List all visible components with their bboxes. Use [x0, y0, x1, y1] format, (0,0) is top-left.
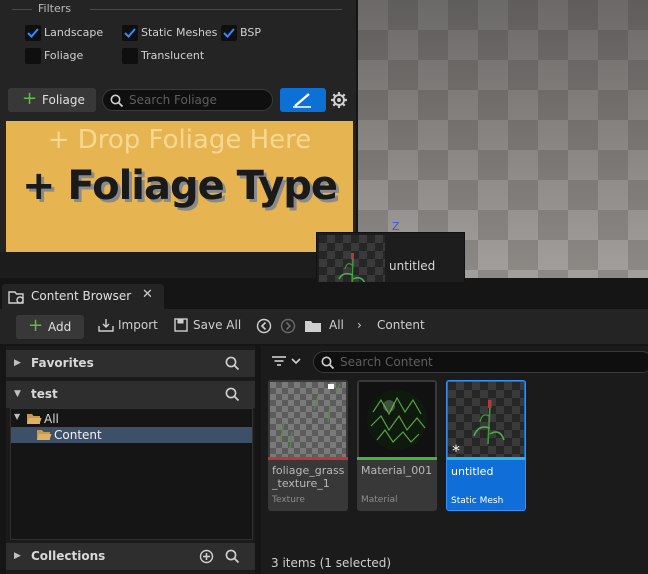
save-all-label: Save All	[193, 318, 242, 332]
foliage-filter-label: Foliage	[44, 49, 84, 62]
paint-brush-icon	[293, 93, 311, 108]
asset-name: untitled	[451, 465, 494, 478]
collapsed-arrow-icon: ▶	[14, 551, 21, 561]
search-icon	[225, 549, 240, 564]
collections-header[interactable]: ▶ Collections	[6, 543, 255, 570]
favorites-header[interactable]: ▶ Favorites	[6, 350, 255, 377]
filters-label: Filters	[38, 2, 71, 15]
add-foliage-button[interactable]: + Foliage	[8, 88, 96, 112]
asterisk-icon: *	[452, 441, 460, 457]
tree-item-content[interactable]: Content	[11, 427, 252, 443]
asset-type-color-strip	[357, 457, 437, 460]
content-browser-icon	[8, 291, 24, 304]
drop-foliage-hint: + Drop Foliage Here	[47, 125, 312, 155]
settings-gear-icon[interactable]	[330, 91, 348, 109]
asset-name: foliage_grass_texture_1	[272, 464, 345, 490]
content-search-box[interactable]	[313, 351, 648, 373]
add-collection-icon	[199, 549, 214, 564]
forward-arrow-icon[interactable]	[280, 318, 296, 334]
tab-label: Content Browser	[31, 289, 132, 303]
filters-header: Filters	[12, 2, 342, 16]
collections-label: Collections	[31, 549, 106, 563]
static-meshes-filter-label: Static Meshes	[141, 26, 218, 39]
translucent-checkbox[interactable]	[122, 48, 138, 64]
back-arrow-icon[interactable]	[256, 318, 272, 334]
drag-asset-name: untitled	[389, 259, 436, 273]
asset-tile-static-mesh[interactable]: * untitled Static Mesh	[446, 380, 526, 511]
save-icon	[174, 318, 188, 332]
checkmark-icon	[124, 28, 136, 38]
favorites-label: Favorites	[31, 356, 94, 370]
search-icon	[225, 387, 240, 402]
folder-icon	[305, 321, 321, 332]
bsp-filter-label: BSP	[240, 26, 261, 39]
landscape-checkbox[interactable]	[25, 25, 41, 41]
plus-icon: +	[22, 88, 38, 109]
texture-thumbnail	[270, 382, 346, 457]
plus-icon: +	[28, 315, 44, 336]
breadcrumb-content[interactable]: Content	[377, 318, 425, 332]
checkmark-icon	[27, 28, 39, 38]
close-tab-icon[interactable]: ✕	[142, 287, 153, 302]
search-icon	[110, 94, 124, 108]
add-asset-button[interactable]: + Add	[16, 315, 84, 339]
foliage-checkbox[interactable]	[25, 48, 41, 64]
asset-type: Material	[361, 495, 398, 505]
landscape-filter-label: Landscape	[44, 26, 104, 39]
asset-type: Static Mesh	[451, 496, 504, 506]
static-meshes-checkbox[interactable]	[122, 25, 138, 41]
asset-tile-material[interactable]: Material_001 Material	[357, 380, 437, 511]
tree-item-label: Content	[54, 428, 102, 442]
foliage-type-title: + Foliage Type	[21, 163, 338, 209]
asset-name: Material_001	[361, 464, 433, 477]
asset-type-color-strip	[268, 457, 348, 460]
collapsed-arrow-icon: ▶	[14, 358, 21, 368]
project-label: test	[31, 387, 58, 401]
material-sphere-icon	[367, 390, 427, 450]
project-header[interactable]: ▼ test	[6, 381, 255, 408]
asset-type: Texture	[272, 495, 305, 505]
asset-tile-texture[interactable]: foliage_grass_texture_1 Texture	[268, 380, 348, 511]
paint-mode-button[interactable]	[280, 88, 326, 112]
filter-icon	[272, 356, 301, 366]
search-icon	[321, 356, 335, 370]
checkmark-icon	[223, 28, 235, 38]
bsp-checkbox[interactable]	[221, 25, 237, 41]
foliage-panel-footer	[0, 252, 356, 278]
material-thumbnail	[359, 382, 435, 457]
grass-texture-icon	[279, 383, 341, 449]
translucent-filter-label: Translucent	[141, 49, 205, 62]
asset-type-color-strip	[447, 457, 525, 460]
tab-content-browser[interactable]: Content Browser ✕	[2, 284, 164, 309]
breadcrumb-all[interactable]: All	[329, 318, 344, 332]
plant-thumbnail-icon: *	[452, 400, 505, 460]
add-foliage-label: Foliage	[42, 93, 85, 107]
static-mesh-thumbnail: *	[448, 382, 524, 460]
content-search-input[interactable]	[340, 354, 480, 370]
folder-open-icon	[27, 414, 42, 424]
breadcrumb-separator-icon: ›	[357, 318, 362, 332]
expanded-arrow-icon: ▼	[14, 412, 21, 421]
foliage-search-input[interactable]	[129, 92, 269, 108]
import-label: Import	[118, 318, 158, 332]
folder-open-icon	[37, 430, 52, 440]
add-label: Add	[48, 320, 72, 334]
search-icon	[225, 356, 240, 371]
import-icon	[98, 319, 114, 332]
status-text: 3 items (1 selected)	[271, 556, 392, 570]
tree-item-label: All	[44, 412, 59, 426]
filter-dropdown-button[interactable]	[270, 352, 304, 370]
foliage-drop-zone[interactable]: + Drop Foliage Here + Foliage Type	[6, 121, 353, 252]
tree-item-all[interactable]: ▼ All	[11, 411, 252, 427]
expanded-arrow-icon: ▼	[14, 389, 21, 399]
foliage-search-box[interactable]	[102, 89, 273, 111]
